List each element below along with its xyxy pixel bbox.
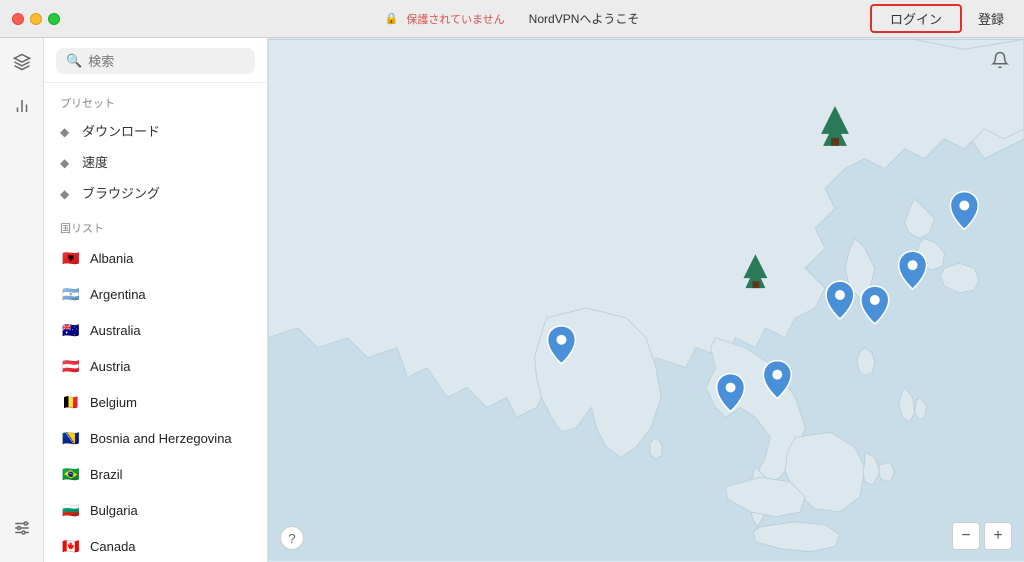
title-bar-center: 🔒 保護されていません NordVPNへようこそ (385, 10, 640, 27)
register-button[interactable]: 登録 (970, 6, 1012, 31)
country-bosnia[interactable]: 🇧🇦 Bosnia and Herzegovina (44, 420, 267, 456)
country-albania[interactable]: 🇦🇱 Albania (44, 240, 267, 276)
page-title: NordVPNへようこそ (529, 10, 640, 27)
diamond-icon-2 (60, 155, 74, 169)
search-box: 🔍 (44, 38, 267, 83)
flag-albania: 🇦🇱 (60, 247, 82, 269)
main-content: 🔍 プリセット ダウンロード 速度 ブラウジング 国リスト 🇦🇱 Albania (0, 38, 1024, 562)
search-icon: 🔍 (66, 53, 82, 69)
diamond-icon-3 (60, 186, 74, 200)
country-brazil-label: Brazil (90, 467, 123, 482)
country-australia-label: Australia (90, 323, 141, 338)
zoom-out-button[interactable]: − (952, 522, 980, 550)
title-bar: 🔒 保護されていません NordVPNへようこそ ログイン 登録 (0, 0, 1024, 38)
panel-scroll[interactable]: プリセット ダウンロード 速度 ブラウジング 国リスト 🇦🇱 Albania 🇦… (44, 83, 267, 562)
flag-bosnia: 🇧🇦 (60, 427, 82, 449)
maximize-button[interactable] (48, 13, 60, 25)
search-input-wrapper: 🔍 (56, 48, 255, 74)
lock-icon: 🔒 (385, 12, 399, 25)
country-belgium-label: Belgium (90, 395, 137, 410)
flag-belgium: 🇧🇪 (60, 391, 82, 413)
sidebar-bottom (8, 514, 36, 552)
map-help-button[interactable]: ? (280, 526, 304, 550)
preset-browsing-label: ブラウジング (82, 183, 160, 202)
presets-label: プリセット (44, 91, 267, 115)
flag-bulgaria: 🇧🇬 (60, 499, 82, 521)
flag-canada: 🇨🇦 (60, 535, 82, 557)
country-austria[interactable]: 🇦🇹 Austria (44, 348, 267, 384)
zoom-in-button[interactable]: + (984, 522, 1012, 550)
search-input[interactable] (88, 54, 264, 69)
country-argentina[interactable]: 🇦🇷 Argentina (44, 276, 267, 312)
flag-argentina: 🇦🇷 (60, 283, 82, 305)
map-svg (268, 38, 1024, 562)
flag-australia: 🇦🇺 (60, 319, 82, 341)
preset-download[interactable]: ダウンロード (44, 115, 267, 146)
country-australia[interactable]: 🇦🇺 Australia (44, 312, 267, 348)
preset-download-label: ダウンロード (82, 121, 160, 140)
layers-icon[interactable] (8, 48, 36, 76)
preset-speed[interactable]: 速度 (44, 146, 267, 177)
icon-sidebar-top (8, 48, 36, 498)
preset-speed-label: 速度 (82, 152, 108, 171)
insecure-label: 保護されていません (406, 11, 504, 27)
preset-browsing[interactable]: ブラウジング (44, 177, 267, 208)
country-albania-label: Albania (90, 251, 133, 266)
country-bulgaria-label: Bulgaria (90, 503, 138, 518)
map-controls: − + (952, 522, 1012, 550)
login-button[interactable]: ログイン (870, 4, 962, 33)
country-brazil[interactable]: 🇧🇷 Brazil (44, 456, 267, 492)
flag-brazil: 🇧🇷 (60, 463, 82, 485)
chart-icon[interactable] (8, 92, 36, 120)
close-button[interactable] (12, 13, 24, 25)
traffic-lights (12, 13, 60, 25)
country-canada-label: Canada (90, 539, 136, 554)
country-bulgaria[interactable]: 🇧🇬 Bulgaria (44, 492, 267, 528)
country-belgium[interactable]: 🇧🇪 Belgium (44, 384, 267, 420)
country-austria-label: Austria (90, 359, 130, 374)
title-bar-right: ログイン 登録 (870, 4, 1012, 33)
minimize-button[interactable] (30, 13, 42, 25)
map-area[interactable]: ? − + (268, 38, 1024, 562)
countries-label: 国リスト (44, 216, 267, 240)
country-bosnia-label: Bosnia and Herzegovina (90, 431, 232, 446)
settings-icon[interactable] (8, 514, 36, 542)
flag-austria: 🇦🇹 (60, 355, 82, 377)
icon-sidebar (0, 38, 44, 562)
diamond-icon (60, 124, 74, 138)
notification-button[interactable] (986, 46, 1014, 74)
country-canada[interactable]: 🇨🇦 Canada (44, 528, 267, 562)
country-panel: 🔍 プリセット ダウンロード 速度 ブラウジング 国リスト 🇦🇱 Albania (44, 38, 268, 562)
country-argentina-label: Argentina (90, 287, 146, 302)
